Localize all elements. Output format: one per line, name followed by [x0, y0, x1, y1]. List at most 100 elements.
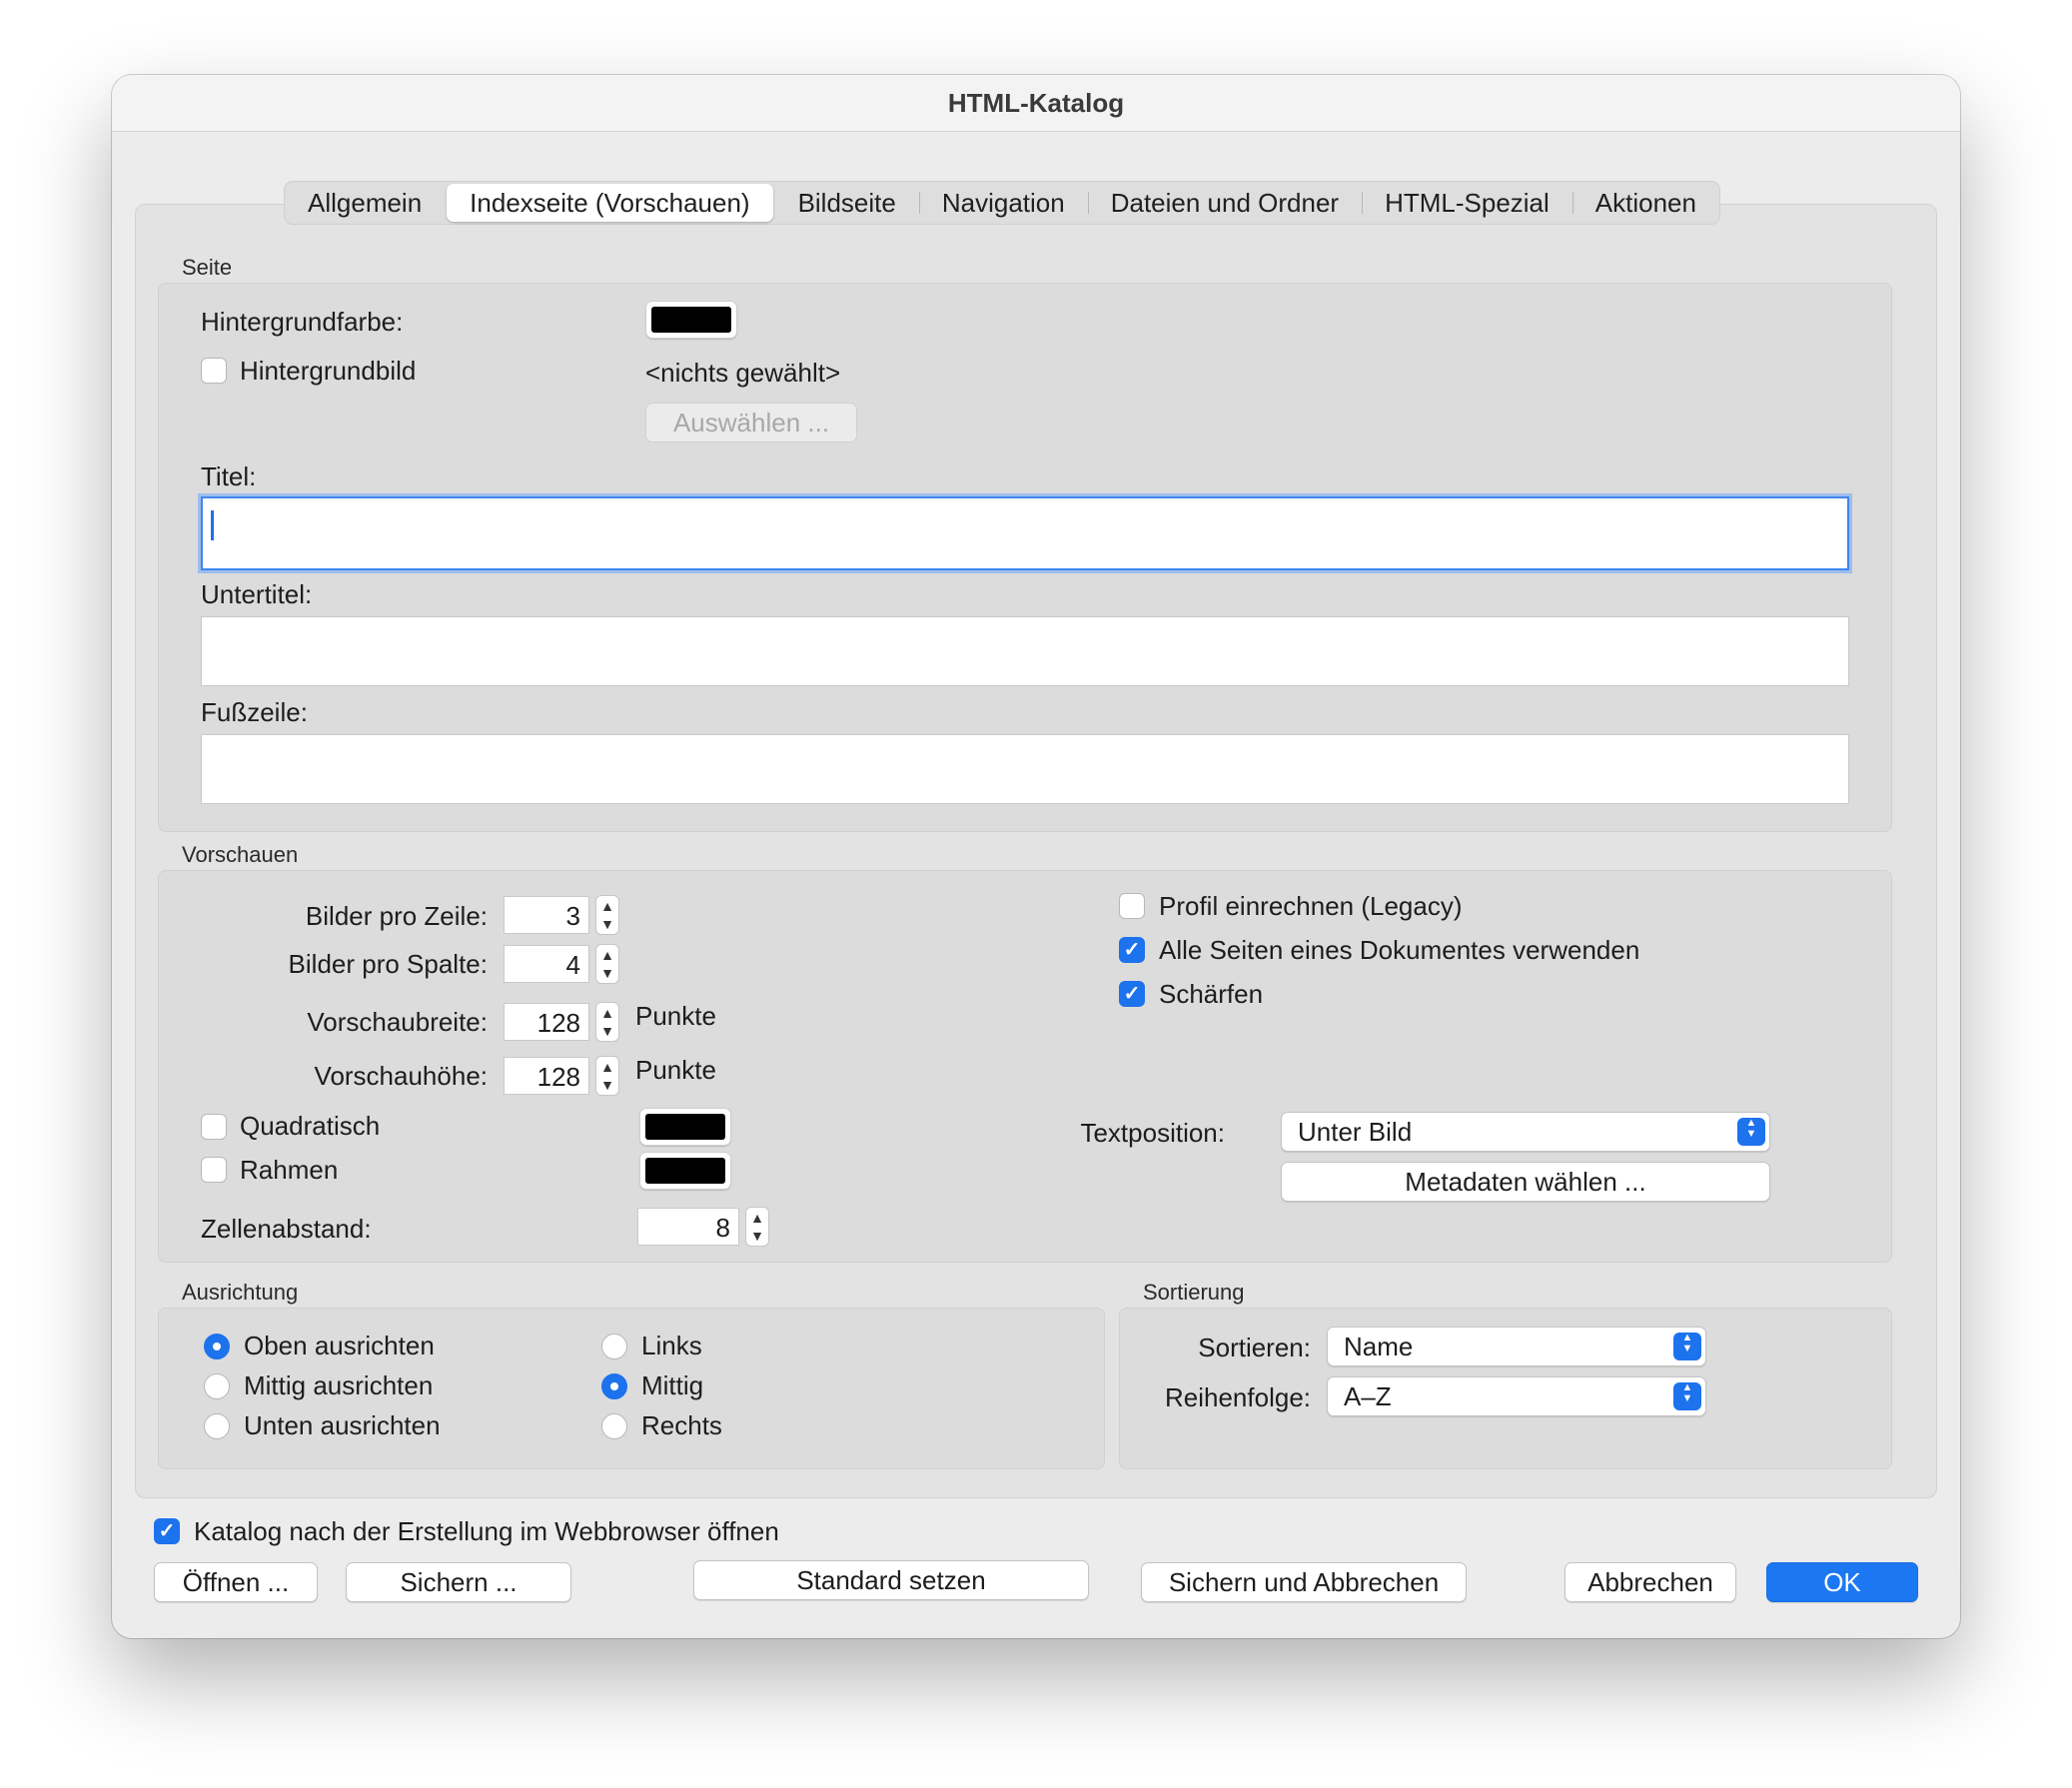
auswaehlen-button[interactable]: Auswählen ... — [645, 403, 857, 443]
sortieren-label: Sortieren: — [1198, 1333, 1311, 1362]
ausrichtung-group-label: Ausrichtung — [182, 1280, 299, 1305]
chevron-up-icon: ▲ — [600, 898, 614, 914]
tab-dateien-und-ordner[interactable]: Dateien und Ordner — [1087, 182, 1362, 224]
hintergrundfarbe-color-well[interactable] — [645, 301, 737, 339]
rahmen-color-well[interactable] — [639, 1152, 731, 1190]
links-label: Links — [641, 1331, 702, 1360]
oeffnen-button[interactable]: Öffnen ... — [154, 1562, 318, 1602]
checkmark-icon: ✓ — [1123, 939, 1141, 961]
profil-einrechnen-label: Profil einrechnen (Legacy) — [1159, 891, 1463, 921]
sichern-und-abbrechen-button[interactable]: Sichern und Abbrechen — [1141, 1562, 1467, 1602]
alle-seiten-checkbox[interactable]: ✓ — [1119, 937, 1145, 963]
sichern-button[interactable]: Sichern ... — [346, 1562, 571, 1602]
unten-ausrichten-radio[interactable] — [204, 1413, 230, 1439]
oben-ausrichten-radio[interactable] — [204, 1334, 230, 1359]
reihenfolge-value: A–Z — [1344, 1381, 1392, 1411]
seite-group-label: Seite — [182, 255, 233, 280]
vorschaubreite-label: Vorschaubreite: — [307, 1007, 488, 1037]
quadratisch-label: Quadratisch — [240, 1111, 381, 1141]
zellenabstand-stepper[interactable]: ▲ ▼ — [745, 1207, 769, 1247]
reihenfolge-select[interactable]: A–Z ▲ ▼ — [1327, 1376, 1706, 1416]
fusszeile-input[interactable] — [201, 734, 1849, 804]
titel-input[interactable] — [201, 496, 1849, 570]
zellenabstand-field[interactable]: 8 — [637, 1208, 739, 1246]
oben-ausrichten-label: Oben ausrichten — [244, 1331, 435, 1360]
tab-html-spezial[interactable]: HTML-Spezial — [1362, 182, 1572, 224]
hintergrundbild-value: <nichts gewählt> — [645, 358, 841, 388]
vorschauhoehe-stepper[interactable]: ▲ ▼ — [595, 1056, 619, 1096]
sortieren-value: Name — [1344, 1332, 1414, 1361]
text-caret — [211, 510, 214, 540]
vorschauhoehe-label: Vorschauhöhe: — [314, 1061, 488, 1091]
mittig-label: Mittig — [641, 1370, 704, 1400]
abbrechen-button[interactable]: Abbrechen — [1564, 1562, 1736, 1602]
open-in-browser-checkbox[interactable]: ✓ — [154, 1518, 180, 1544]
dialog-window: HTML-Katalog Allgemein Indexseite (Vorsc… — [112, 75, 1960, 1638]
untertitel-label: Untertitel: — [201, 579, 313, 609]
mittig-ausrichten-label: Mittig ausrichten — [244, 1370, 434, 1400]
vorschaubreite-unit: Punkte — [635, 1001, 716, 1031]
vorschauhoehe-unit: Punkte — [635, 1055, 716, 1085]
vorschauhoehe-field[interactable]: 128 — [504, 1057, 589, 1095]
rahmen-checkbox[interactable] — [201, 1157, 227, 1183]
bilder-pro-spalte-field[interactable]: 4 — [504, 945, 589, 983]
chevron-down-icon: ▼ — [600, 916, 614, 932]
tab-bar: Allgemein Indexseite (Vorschauen) Bildse… — [284, 181, 1720, 225]
updown-chevron-icon: ▲ ▼ — [1673, 1382, 1701, 1410]
chevron-down-icon: ▼ — [600, 965, 614, 981]
chevron-up-icon: ▲ — [750, 1210, 764, 1226]
vorschaubreite-field[interactable]: 128 — [504, 1003, 589, 1041]
sortierung-group-label: Sortierung — [1143, 1280, 1245, 1305]
links-radio[interactable] — [601, 1334, 627, 1359]
fusszeile-label: Fußzeile: — [201, 697, 308, 727]
ok-button[interactable]: OK — [1766, 1562, 1918, 1602]
tab-allgemein[interactable]: Allgemein — [285, 182, 445, 224]
rechts-radio[interactable] — [601, 1413, 627, 1439]
reihenfolge-label: Reihenfolge: — [1165, 1382, 1311, 1412]
tab-indexseite[interactable]: Indexseite (Vorschauen) — [447, 184, 773, 222]
hintergrundfarbe-label: Hintergrundfarbe: — [201, 307, 404, 337]
chevron-up-icon: ▲ — [600, 1059, 614, 1075]
chevron-up-icon: ▲ — [600, 947, 614, 963]
mittig-ausrichten-radio[interactable] — [204, 1373, 230, 1399]
textposition-select[interactable]: Unter Bild ▲ ▼ — [1281, 1112, 1770, 1152]
sortieren-select[interactable]: Name ▲ ▼ — [1327, 1327, 1706, 1366]
updown-chevron-icon: ▲ ▼ — [1673, 1333, 1701, 1360]
alle-seiten-label: Alle Seiten eines Dokumentes verwenden — [1159, 935, 1640, 965]
bilder-pro-spalte-stepper[interactable]: ▲ ▼ — [595, 944, 619, 984]
rechts-label: Rechts — [641, 1410, 722, 1440]
textposition-label: Textposition: — [1080, 1118, 1225, 1148]
vorschaubreite-stepper[interactable]: ▲ ▼ — [595, 1002, 619, 1042]
hintergrundbild-checkbox[interactable] — [201, 358, 227, 384]
mittig-radio[interactable] — [601, 1373, 627, 1399]
quadratisch-color-well[interactable] — [639, 1108, 731, 1146]
unten-ausrichten-label: Unten ausrichten — [244, 1410, 441, 1440]
rahmen-label: Rahmen — [240, 1155, 339, 1185]
window-title: HTML-Katalog — [112, 75, 1960, 132]
checkmark-icon: ✓ — [158, 1520, 176, 1542]
untertitel-input[interactable] — [201, 616, 1849, 686]
quadratisch-checkbox[interactable] — [201, 1114, 227, 1140]
open-in-browser-label: Katalog nach der Erstellung im Webbrowse… — [194, 1516, 779, 1546]
checkmark-icon: ✓ — [1123, 983, 1141, 1005]
bilder-pro-zeile-label: Bilder pro Zeile: — [305, 901, 488, 931]
updown-chevron-icon: ▲ ▼ — [1737, 1118, 1765, 1146]
tab-bildseite[interactable]: Bildseite — [775, 182, 919, 224]
schaerfen-label: Schärfen — [1159, 979, 1264, 1009]
textposition-value: Unter Bild — [1298, 1117, 1413, 1147]
profil-einrechnen-checkbox[interactable] — [1119, 893, 1145, 919]
bilder-pro-zeile-stepper[interactable]: ▲ ▼ — [595, 895, 619, 935]
chevron-down-icon: ▼ — [750, 1228, 764, 1244]
zellenabstand-label: Zellenabstand: — [201, 1214, 372, 1244]
bilder-pro-spalte-label: Bilder pro Spalte: — [288, 949, 488, 979]
schaerfen-checkbox[interactable]: ✓ — [1119, 981, 1145, 1007]
titel-label: Titel: — [201, 461, 257, 491]
chevron-down-icon: ▼ — [600, 1023, 614, 1039]
vorschauen-group-label: Vorschauen — [182, 842, 299, 867]
bilder-pro-zeile-field[interactable]: 3 — [504, 896, 589, 934]
standard-setzen-button[interactable]: Standard setzen — [693, 1560, 1089, 1600]
metadaten-waehlen-button[interactable]: Metadaten wählen ... — [1281, 1162, 1770, 1202]
tab-aktionen[interactable]: Aktionen — [1571, 182, 1719, 224]
tab-navigation[interactable]: Navigation — [918, 182, 1088, 224]
chevron-up-icon: ▲ — [600, 1005, 614, 1021]
